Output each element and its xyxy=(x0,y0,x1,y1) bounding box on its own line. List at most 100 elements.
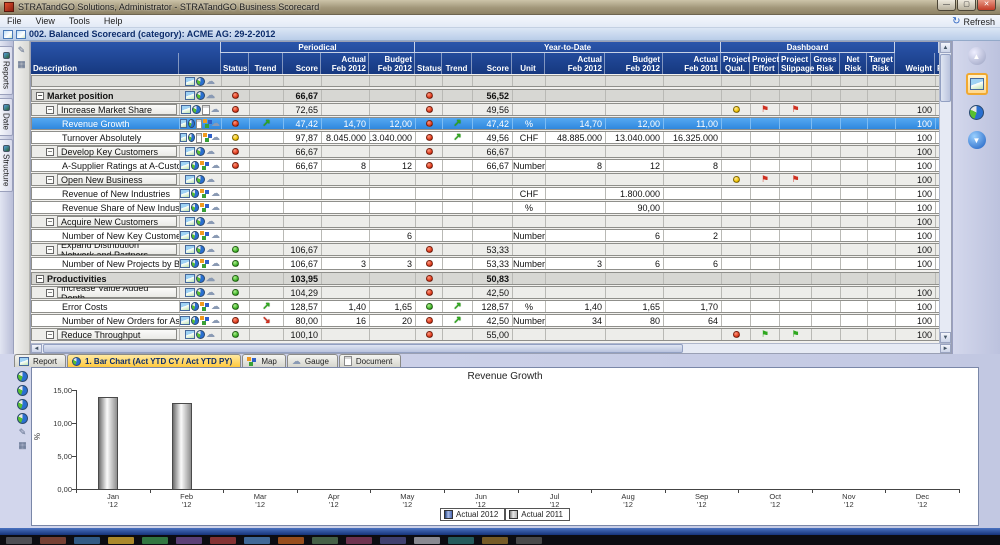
org-chart-icon[interactable] xyxy=(203,119,210,128)
minimize-button[interactable]: — xyxy=(937,0,956,11)
gauge-icon[interactable]: ☁ xyxy=(211,119,220,128)
taskbar-app-icon[interactable] xyxy=(312,537,338,544)
expand-icon[interactable]: − xyxy=(46,331,54,339)
table-row[interactable]: Number of New Projects by BSC Sales☁106,… xyxy=(31,257,941,270)
org-chart-icon[interactable] xyxy=(200,161,210,170)
chart-icon[interactable] xyxy=(185,245,195,254)
vertical-scrollbar[interactable]: ▲ ▼ xyxy=(939,42,951,343)
chart-icon[interactable] xyxy=(181,105,191,114)
taskbar-app-icon[interactable] xyxy=(346,537,372,544)
chart-icon[interactable] xyxy=(180,231,190,240)
pie-icon[interactable] xyxy=(191,189,200,198)
chart-icon[interactable] xyxy=(180,119,187,128)
gauge-icon[interactable]: ☁ xyxy=(211,231,220,240)
scroll-up-button[interactable]: ▲ xyxy=(966,45,988,67)
gauge-icon[interactable]: ☁ xyxy=(206,274,215,283)
bottom-tab-document[interactable]: Document xyxy=(339,354,401,367)
pie-icon[interactable] xyxy=(188,133,195,142)
taskbar-app-icon[interactable] xyxy=(210,537,236,544)
taskbar-app-icon[interactable] xyxy=(142,537,168,544)
chart-icon[interactable] xyxy=(180,259,190,268)
org-chart-icon[interactable] xyxy=(200,189,210,198)
taskbar-app-icon[interactable] xyxy=(176,537,202,544)
taskbar-app-icon[interactable] xyxy=(74,537,100,544)
pie-icon[interactable] xyxy=(196,245,205,254)
scrollbar-thumb[interactable] xyxy=(43,344,683,353)
chart-icon[interactable] xyxy=(180,133,187,142)
taskbar-app-icon[interactable] xyxy=(244,537,270,544)
side-tab-date[interactable]: Date xyxy=(0,98,13,136)
org-chart-icon[interactable] xyxy=(200,259,210,268)
pie-icon[interactable] xyxy=(188,119,195,128)
maximize-button[interactable]: ▢ xyxy=(957,0,976,11)
print-icon[interactable]: ▦ xyxy=(17,59,26,69)
taskbar-app-icon[interactable] xyxy=(482,537,508,544)
gauge-icon[interactable]: ☁ xyxy=(211,133,220,142)
taskbar-app-icon[interactable] xyxy=(380,537,406,544)
scroll-left-arrow[interactable]: ◄ xyxy=(31,344,42,353)
chart-type-icon[interactable] xyxy=(17,371,28,382)
gauge-icon[interactable]: ☁ xyxy=(206,245,215,254)
org-chart-icon[interactable] xyxy=(200,231,210,240)
expand-icon[interactable]: − xyxy=(36,92,44,100)
bottom-tab-map[interactable]: Map xyxy=(242,354,286,367)
table-row[interactable]: Turnover Absolutely☁97,878.045.00013.040… xyxy=(31,131,941,144)
expand-icon[interactable]: − xyxy=(46,106,54,114)
expand-icon[interactable]: − xyxy=(46,176,54,184)
scroll-right-arrow[interactable]: ► xyxy=(940,344,951,353)
gauge-icon[interactable]: ☁ xyxy=(211,259,220,268)
table-row[interactable]: Number of New Key Customers☁6Number62100 xyxy=(31,229,941,242)
taskbar-app-icon[interactable] xyxy=(516,537,542,544)
pie-icon[interactable] xyxy=(191,302,200,311)
chart-type-icon[interactable] xyxy=(17,385,28,396)
chart-icon[interactable] xyxy=(185,175,195,184)
pie-icon[interactable] xyxy=(191,316,200,325)
table-row[interactable]: Revenue Growth☁↗47,4214,7012,00↗47,42%14… xyxy=(31,117,941,130)
gauge-icon[interactable]: ☁ xyxy=(206,330,215,339)
org-chart-icon[interactable] xyxy=(203,133,210,142)
chart-icon[interactable] xyxy=(185,274,195,283)
refresh-button[interactable]: ↻ Refresh xyxy=(952,15,995,28)
gauge-icon[interactable]: ☁ xyxy=(211,105,220,114)
taskbar-app-icon[interactable] xyxy=(108,537,134,544)
pie-icon[interactable] xyxy=(191,259,200,268)
edit-pencil-icon[interactable]: ✎ xyxy=(18,45,26,55)
chart-icon[interactable] xyxy=(185,91,195,100)
print-icon[interactable]: ▦ xyxy=(18,440,27,450)
pie-icon[interactable] xyxy=(196,330,205,339)
bottom-tab-gauge[interactable]: ☁Gauge xyxy=(287,354,338,367)
table-row[interactable]: Number of New Orders for Assemblies☁↘80,… xyxy=(31,314,941,327)
scrollbar-thumb[interactable] xyxy=(940,54,951,102)
chart-icon[interactable] xyxy=(180,302,190,311)
table-row[interactable]: −Expand Distribution Network and Partner… xyxy=(31,243,941,256)
org-chart-icon[interactable] xyxy=(200,302,210,311)
scorecard-icon[interactable] xyxy=(16,30,26,39)
document-icon[interactable] xyxy=(196,119,202,129)
pie-icon[interactable] xyxy=(196,274,205,283)
org-chart-icon[interactable] xyxy=(200,203,210,212)
taskbar-app-icon[interactable] xyxy=(6,537,32,544)
chart-icon[interactable] xyxy=(185,217,195,226)
pie-icon[interactable] xyxy=(196,175,205,184)
taskbar-app-icon[interactable] xyxy=(414,537,440,544)
gauge-icon[interactable]: ☁ xyxy=(206,77,215,86)
table-row[interactable]: −Reduce Throughput☁100,1055,00⚑⚑100 xyxy=(31,328,941,341)
table-row[interactable]: −Open New Business☁⚑⚑100 xyxy=(31,173,941,186)
menu-tools[interactable]: Tools xyxy=(62,15,97,28)
chart-icon[interactable] xyxy=(185,77,195,86)
table-row[interactable]: −Develop Key Customers☁66,6766,67100 xyxy=(31,145,941,158)
gauge-icon[interactable]: ☁ xyxy=(211,316,220,325)
chart-type-icon[interactable] xyxy=(17,413,28,424)
gauge-icon[interactable]: ☁ xyxy=(206,217,215,226)
menu-view[interactable]: View xyxy=(29,15,62,28)
scroll-up-arrow[interactable]: ▲ xyxy=(940,42,951,53)
gauge-icon[interactable]: ☁ xyxy=(206,147,215,156)
taskbar-app-icon[interactable] xyxy=(278,537,304,544)
chart-icon[interactable] xyxy=(185,330,195,339)
gauge-icon[interactable]: ☁ xyxy=(211,302,220,311)
pie-icon[interactable] xyxy=(196,217,205,226)
side-tab-reports[interactable]: Reports xyxy=(0,46,13,95)
chart-icon[interactable] xyxy=(185,288,195,297)
table-row[interactable]: Error Costs☁↗128,571,401,65↗128,57%1,401… xyxy=(31,300,941,313)
taskbar-app-icon[interactable] xyxy=(448,537,474,544)
